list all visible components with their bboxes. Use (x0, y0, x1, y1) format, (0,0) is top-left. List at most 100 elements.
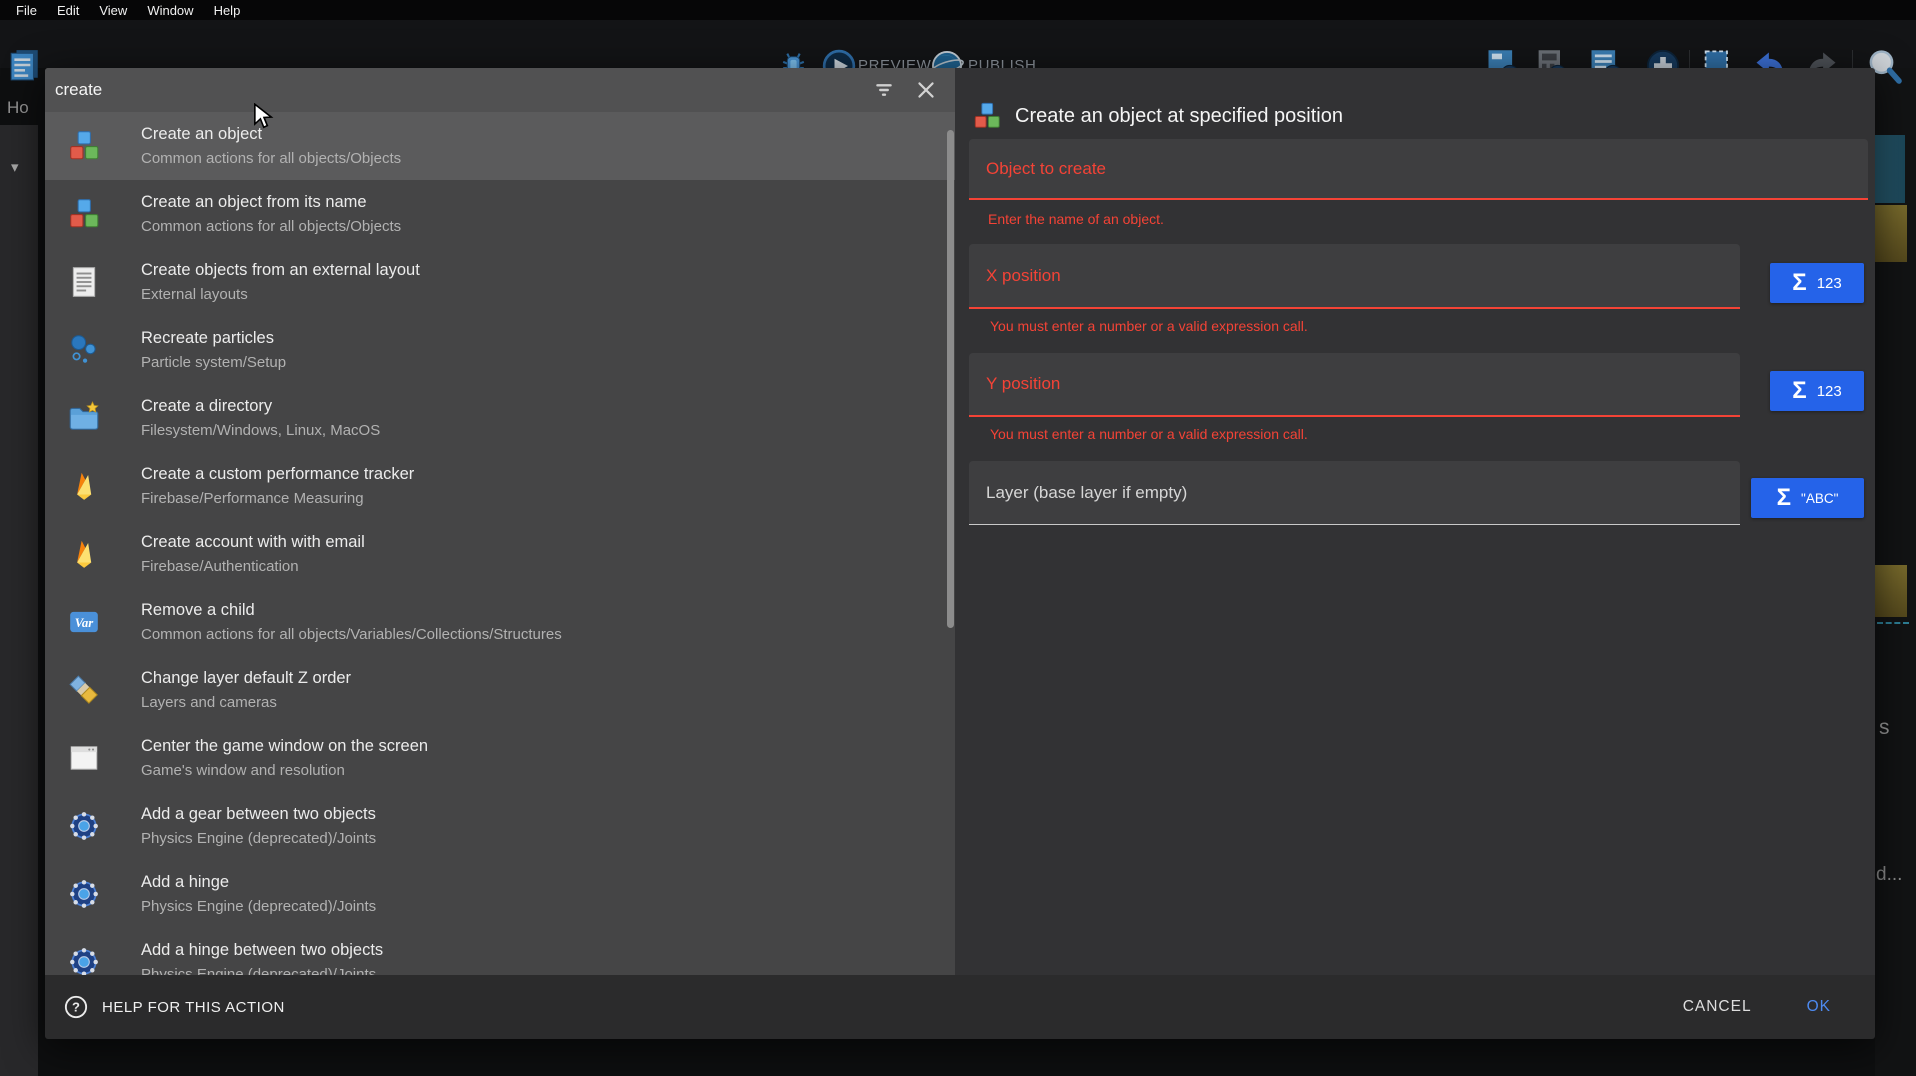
toolbar: PREVIEW PUBLISH (0, 20, 1916, 68)
dialog-footer: HELP FOR THIS ACTION CANCEL OK (45, 975, 1875, 1039)
list-item-title: Create account with with email (141, 530, 365, 555)
y-expression-button[interactable]: Σ 123 (1770, 371, 1864, 411)
list-item-subtitle: Physics Engine (deprecated)/Joints (141, 963, 383, 975)
menu-help[interactable]: Help (204, 3, 251, 18)
physics-gear-icon (67, 945, 101, 975)
action-list: Create an object Common actions for all … (45, 112, 955, 975)
scene-object-olive (1875, 565, 1907, 617)
object-to-create-field[interactable]: Object to create (969, 139, 1868, 200)
help-button[interactable]: HELP FOR THIS ACTION (63, 994, 285, 1020)
x-error-text: You must enter a number or a valid expre… (990, 318, 1308, 334)
sigma-icon: Σ (1777, 486, 1791, 510)
scene-object-teal (1875, 135, 1905, 203)
home-tab-label[interactable]: Ho (7, 98, 29, 118)
list-item-subtitle: Common actions for all objects/Objects (141, 147, 401, 170)
cubes-icon (67, 197, 101, 231)
list-item[interactable]: Add a hinge Physics Engine (deprecated)/… (45, 860, 955, 928)
list-item[interactable]: Create an object Common actions for all … (45, 112, 955, 180)
list-item[interactable]: Create account with with email Firebase/… (45, 520, 955, 588)
y-position-field[interactable]: Y position (969, 353, 1740, 417)
list-item[interactable]: Create a custom performance tracker Fire… (45, 452, 955, 520)
menu-file[interactable]: File (6, 3, 47, 18)
list-item[interactable]: Create objects from an external layout E… (45, 248, 955, 316)
list-item-subtitle: Physics Engine (deprecated)/Joints (141, 895, 376, 918)
field-label: X position (986, 266, 1061, 286)
list-item-title: Recreate particles (141, 326, 286, 351)
project-manager-icon[interactable] (8, 46, 42, 84)
list-item-title: Create a directory (141, 394, 380, 419)
list-item[interactable]: Add a gear between two objects Physics E… (45, 792, 955, 860)
action-search-panel: create Create an object Common actions f… (45, 68, 955, 975)
list-item-title: Add a gear between two objects (141, 802, 376, 827)
clipped-text-fragment: d... (1876, 864, 1902, 886)
search-bar: create (45, 68, 955, 112)
variable-icon (67, 605, 101, 639)
clipped-text-fragment: s (1879, 716, 1890, 740)
layer-field[interactable]: Layer (base layer if empty) (969, 461, 1740, 525)
scene-object-olive (1875, 205, 1907, 262)
list-item[interactable]: Add a hinge between two objects Physics … (45, 928, 955, 975)
list-item-subtitle: Common actions for all objects/Objects (141, 215, 401, 238)
list-item-subtitle: Physics Engine (deprecated)/Joints (141, 827, 376, 850)
y-error-text: You must enter a number or a valid expre… (990, 426, 1308, 442)
list-item-subtitle: Firebase/Performance Measuring (141, 487, 414, 510)
menu-bar: File Edit View Window Help (0, 0, 1916, 20)
layer-expression-button[interactable]: Σ "ABC" (1751, 478, 1864, 518)
field-label: Layer (base layer if empty) (986, 483, 1187, 503)
scrollbar[interactable] (947, 130, 954, 628)
firebase-icon (67, 537, 101, 571)
list-item-subtitle: Layers and cameras (141, 691, 351, 714)
chevron-down-icon[interactable]: ▾ (11, 158, 19, 176)
search-input[interactable]: create (55, 80, 857, 100)
selection-dashed-line (1877, 622, 1909, 624)
menu-window[interactable]: Window (137, 3, 203, 18)
document-icon (67, 265, 101, 299)
list-item-title: Add a hinge (141, 870, 376, 895)
physics-gear-icon (67, 809, 101, 843)
folder-star-icon (67, 401, 101, 435)
firebase-icon (67, 469, 101, 503)
list-item-subtitle: Filesystem/Windows, Linux, MacOS (141, 419, 380, 442)
ok-button[interactable]: OK (1807, 998, 1831, 1016)
list-item-subtitle: Particle system/Setup (141, 351, 286, 374)
sigma-icon: Σ (1792, 379, 1806, 403)
x-expression-button[interactable]: Σ 123 (1770, 263, 1864, 303)
cancel-button[interactable]: CANCEL (1683, 998, 1752, 1016)
particles-icon (67, 333, 101, 367)
list-item-title: Add a hinge between two objects (141, 938, 383, 963)
list-item[interactable]: Recreate particles Particle system/Setup (45, 316, 955, 384)
list-item[interactable]: Create an object from its name Common ac… (45, 180, 955, 248)
sigma-icon: Σ (1792, 271, 1806, 295)
menu-view[interactable]: View (89, 3, 137, 18)
list-item-subtitle: External layouts (141, 283, 420, 306)
list-item-subtitle: Common actions for all objects/Variables… (141, 623, 562, 646)
filter-icon[interactable] (869, 75, 899, 105)
panel-title: Create an object at specified position (1015, 105, 1343, 128)
window-icon (67, 741, 101, 775)
field-label: Object to create (986, 159, 1106, 179)
left-panel-edge (0, 125, 38, 1076)
list-item-title: Remove a child (141, 598, 562, 623)
list-item[interactable]: Remove a child Common actions for all ob… (45, 588, 955, 656)
list-item[interactable]: Create a directory Filesystem/Windows, L… (45, 384, 955, 452)
list-item-title: Center the game window on the screen (141, 734, 428, 759)
list-item[interactable]: Change layer default Z order Layers and … (45, 656, 955, 724)
background-scene-strip: s d... (1875, 68, 1916, 1076)
mouse-cursor (253, 103, 274, 129)
object-helper-text: Enter the name of an object. (988, 211, 1164, 227)
physics-gear-icon (67, 877, 101, 911)
help-icon (63, 994, 89, 1020)
x-position-field[interactable]: X position (969, 244, 1740, 309)
panel-header: Create an object at specified position (972, 101, 1343, 131)
instruction-editor-dialog: create Create an object Common actions f… (45, 68, 1875, 1039)
menu-edit[interactable]: Edit (47, 3, 89, 18)
close-icon[interactable] (911, 75, 941, 105)
list-item-title: Create objects from an external layout (141, 258, 420, 283)
list-item-title: Create an object from its name (141, 190, 401, 215)
list-item[interactable]: Center the game window on the screen Gam… (45, 724, 955, 792)
list-item-subtitle: Firebase/Authentication (141, 555, 365, 578)
list-item-title: Change layer default Z order (141, 666, 351, 691)
list-item-subtitle: Game's window and resolution (141, 759, 428, 782)
cubes-icon (972, 101, 1002, 131)
cubes-icon (67, 129, 101, 163)
